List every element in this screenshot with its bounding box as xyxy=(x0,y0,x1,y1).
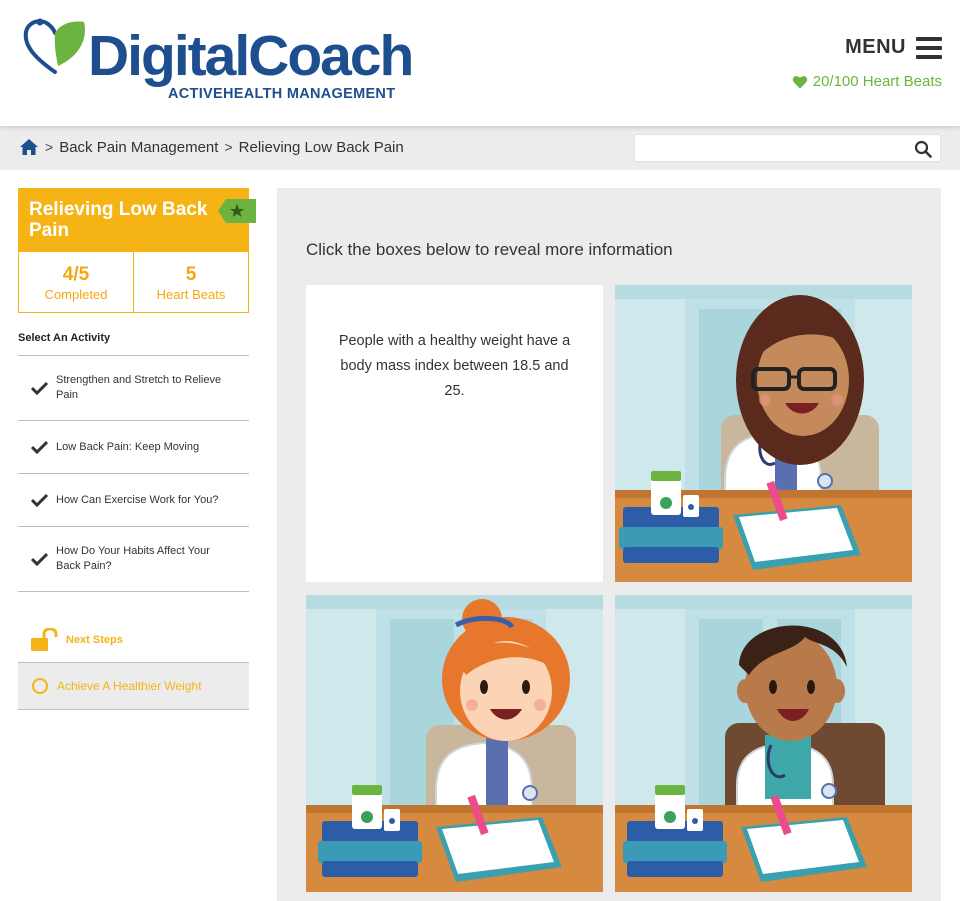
doctor-redhead-illustration xyxy=(306,595,603,892)
activity-summary-card: Relieving Low Back Pain 4/5 Completed 5 … xyxy=(18,188,256,313)
activity-label: Strengthen and Stretch to Relieve Pain xyxy=(56,374,222,401)
search-box xyxy=(634,134,941,162)
doctor-glasses-illustration xyxy=(615,285,912,582)
unlocked-padlock-icon xyxy=(31,628,58,651)
next-activity-item[interactable]: Achieve A Healthier Weight xyxy=(18,662,249,710)
completed-stat: 4/5 Completed xyxy=(19,252,133,313)
heart-beats-label: Heart Beats xyxy=(156,286,226,302)
breadcrumb-separator: > xyxy=(45,139,54,155)
reveal-box-doctor-male[interactable] xyxy=(615,595,912,892)
activity-label: Low Back Pain: Keep Moving xyxy=(56,440,200,453)
activity-label: How Can Exercise Work for You? xyxy=(56,493,219,506)
hamburger-icon xyxy=(916,36,942,59)
revealed-info-text: People with a healthy weight have a body… xyxy=(338,333,571,399)
breadcrumb-item-current: Relieving Low Back Pain xyxy=(238,138,404,156)
heart-icon xyxy=(792,75,807,88)
favorite-star-ribbon-icon[interactable] xyxy=(218,199,256,223)
main-content-panel: Click the boxes below to reveal more inf… xyxy=(277,188,941,901)
breadcrumb-bar: > Back Pain Management > Relieving Low B… xyxy=(0,126,960,170)
checkmark-icon xyxy=(31,381,48,395)
breadcrumb-separator: > xyxy=(224,139,233,155)
menu-label: MENU xyxy=(845,36,906,58)
completed-label: Completed xyxy=(44,286,108,302)
checkmark-icon xyxy=(31,493,48,507)
checkmark-icon xyxy=(31,440,48,454)
heart-beats-value: 5 xyxy=(185,263,197,285)
card-title: Relieving Low Back Pain xyxy=(19,189,248,252)
next-activity-label: Achieve A Healthier Weight xyxy=(57,679,202,693)
reveal-box-doctor-redhead[interactable] xyxy=(306,595,603,892)
checkmark-icon xyxy=(31,552,48,566)
search-icon[interactable] xyxy=(914,140,932,158)
search-input[interactable] xyxy=(643,139,903,159)
card-stats: 4/5 Completed 5 Heart Beats xyxy=(19,252,248,313)
info-box-revealed[interactable]: People with a healthy weight have a body… xyxy=(306,285,603,582)
next-steps-label: Next Steps xyxy=(66,634,123,646)
breadcrumb-item-back-pain-management[interactable]: Back Pain Management xyxy=(59,139,218,156)
next-steps-header: Next Steps xyxy=(30,628,123,652)
reveal-box-doctor-glasses[interactable] xyxy=(615,285,912,582)
menu-button[interactable]: MENU xyxy=(845,36,942,59)
logo-subtitle: ACTIVEHEALTH MANAGEMENT xyxy=(168,86,396,102)
completed-value: 4/5 xyxy=(62,263,90,285)
circle-icon xyxy=(32,678,48,694)
select-activity-heading: Select An Activity xyxy=(18,332,111,344)
doctor-male-illustration xyxy=(615,595,912,892)
heart-leaf-logo-icon xyxy=(23,18,85,74)
digitalcoach-logo[interactable]: DigitalCoach ACTIVEHEALTH MANAGEMENT xyxy=(22,14,414,106)
activity-item[interactable]: Strengthen and Stretch to Relieve Pain xyxy=(18,356,249,421)
heart-beats-counter[interactable]: 20/100 Heart Beats xyxy=(792,73,942,90)
heart-beats-text: 20/100 Heart Beats xyxy=(812,73,942,90)
home-icon[interactable] xyxy=(19,138,39,156)
breadcrumb: > Back Pain Management > Relieving Low B… xyxy=(19,138,404,156)
instruction-text: Click the boxes below to reveal more inf… xyxy=(306,240,673,259)
heart-beats-stat: 5 Heart Beats xyxy=(133,252,248,313)
activity-item[interactable]: How Can Exercise Work for You? xyxy=(18,474,249,527)
activity-label: How Do Your Habits Affect Your Back Pain… xyxy=(56,545,210,572)
activity-item[interactable]: How Do Your Habits Affect Your Back Pain… xyxy=(18,527,249,592)
site-header: DigitalCoach ACTIVEHEALTH MANAGEMENT MEN… xyxy=(0,0,960,126)
logo-wordmark: DigitalCoach xyxy=(88,24,414,88)
activity-item[interactable]: Low Back Pain: Keep Moving xyxy=(18,421,249,474)
activity-list: Strengthen and Stretch to Relieve Pain L… xyxy=(18,355,249,592)
